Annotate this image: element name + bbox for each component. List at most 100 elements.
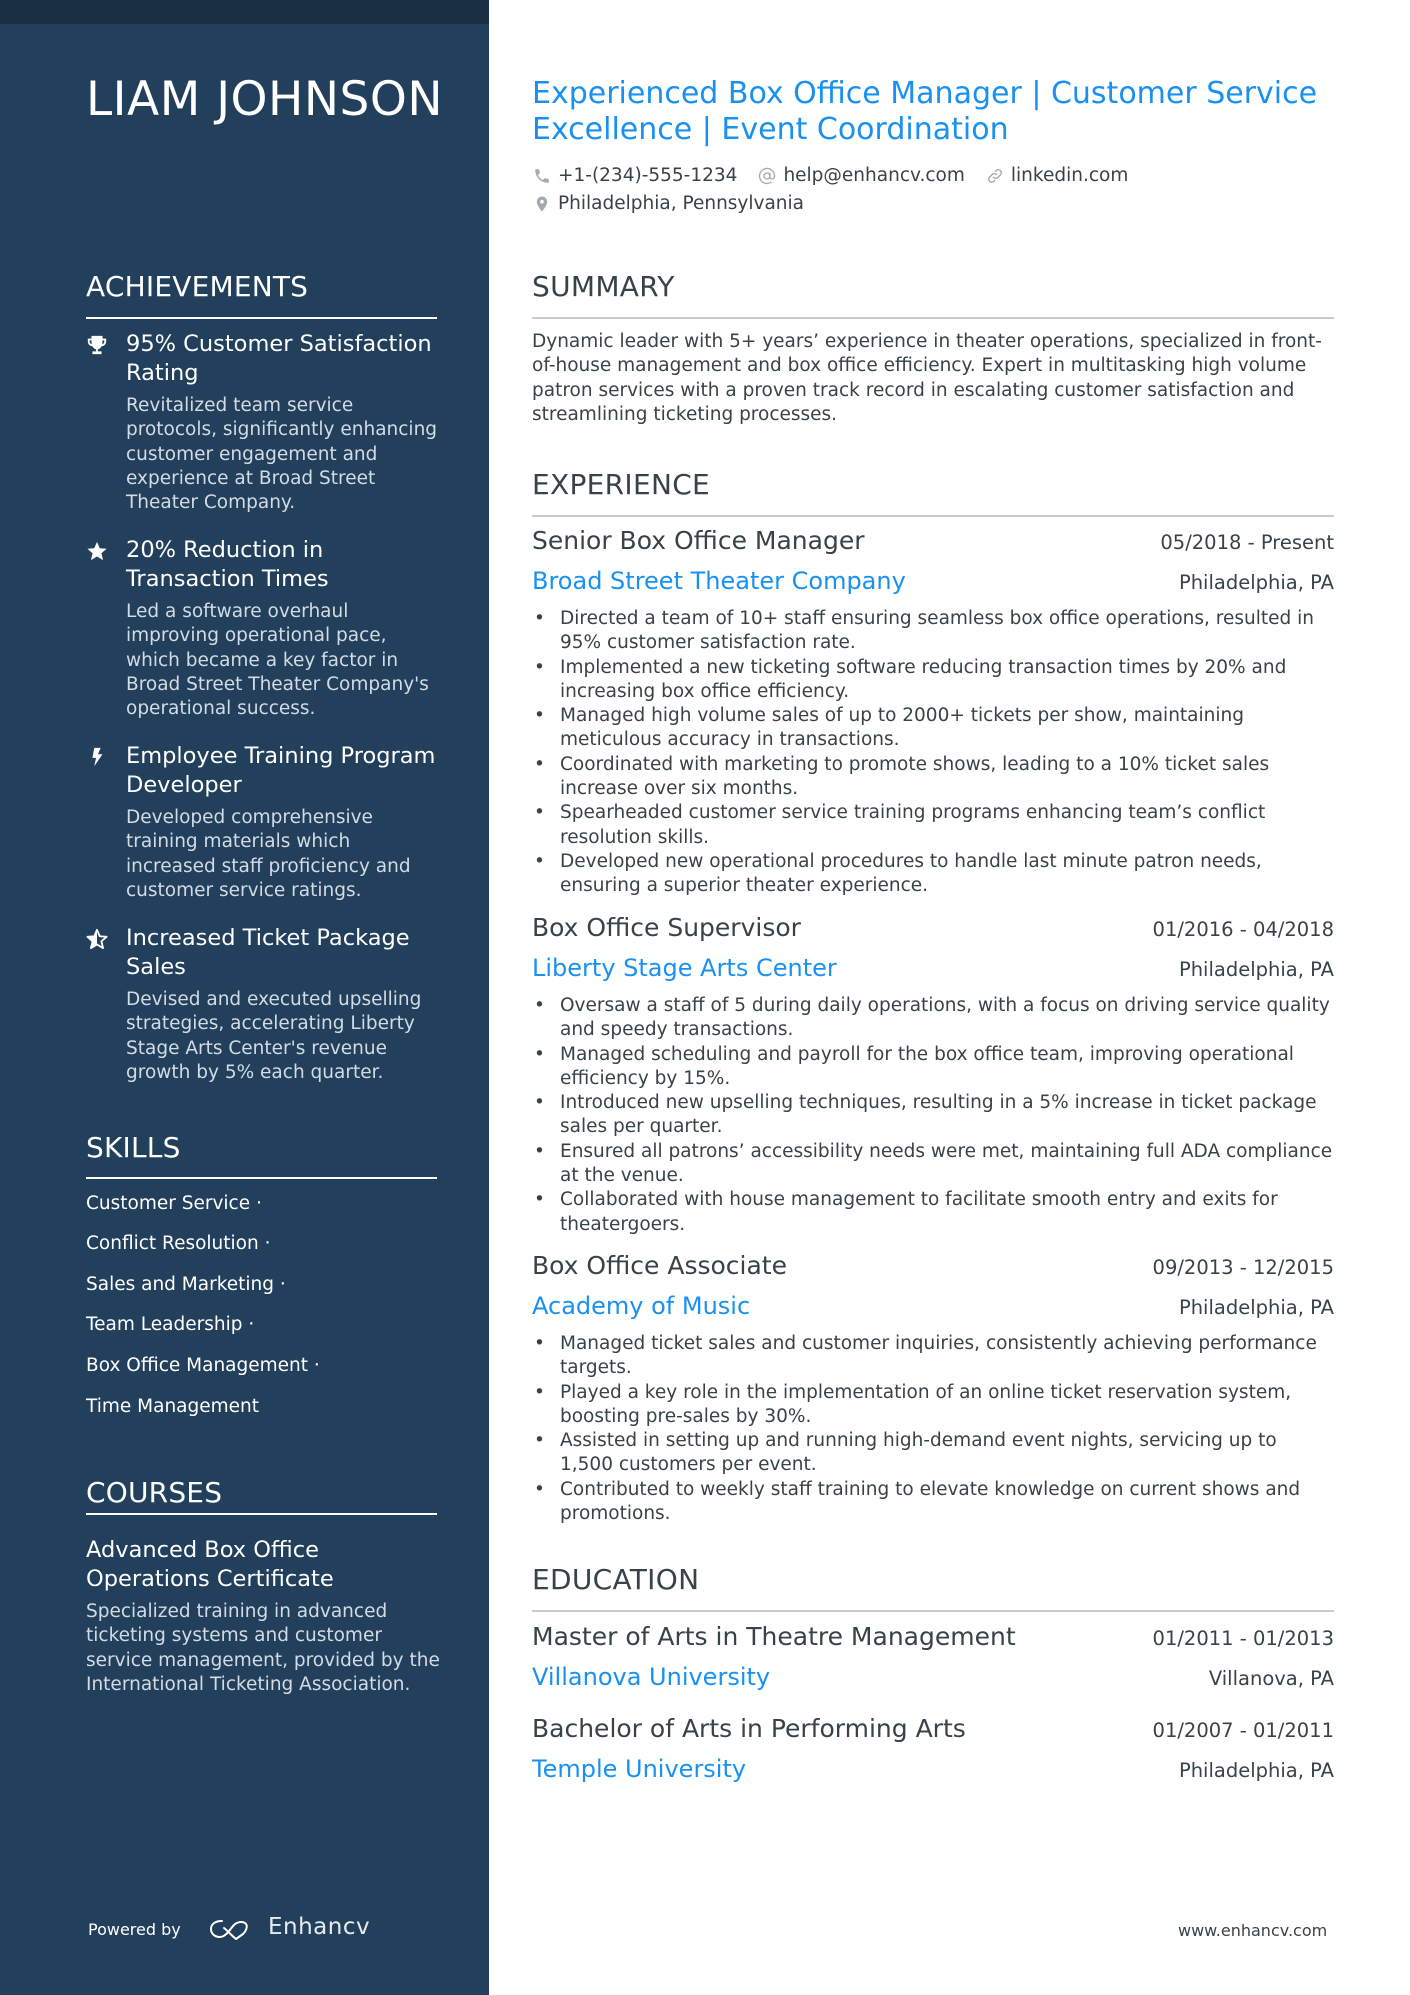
achievement-title: Employee Training Program Developer — [126, 743, 436, 798]
education-divider — [532, 1610, 1334, 1612]
course-description: Specialized training in advanced ticketi… — [86, 1601, 440, 1695]
enhancv-logo-icon — [210, 1920, 248, 1940]
job-title: Senior Box Office Manager — [532, 526, 865, 555]
job-title: Box Office Associate — [532, 1251, 787, 1280]
job-bullets: Directed a team of 10+ staff ensuring se… — [532, 607, 1334, 899]
job-dates: 05/2018 - Present — [1160, 531, 1334, 554]
course-title: Advanced Box Office Operations Certifica… — [86, 1537, 334, 1592]
achievement-title: 20% Reduction in Transaction Times — [126, 537, 329, 592]
courses-heading: COURSES — [86, 1476, 223, 1509]
bullet-item: Managed high volume sales of up to 2000+… — [532, 704, 1334, 753]
achievement-item: Increased Ticket Package Sales Devised a… — [86, 924, 441, 1085]
job-dates: 09/2013 - 12/2015 — [1152, 1256, 1334, 1279]
achievement-item: 95% Customer Satisfaction Rating Revital… — [86, 330, 441, 515]
school-name[interactable]: Temple University — [532, 1755, 746, 1783]
education-dates: 01/2011 - 01/2013 — [1152, 1627, 1334, 1650]
achievements-divider — [86, 317, 437, 319]
at-sign-icon — [757, 166, 777, 186]
bullet-item: Collaborated with house management to fa… — [532, 1188, 1334, 1237]
bullet-item: Managed ticket sales and customer inquir… — [532, 1332, 1334, 1381]
education-heading: EDUCATION — [532, 1563, 700, 1596]
half-star-icon — [86, 928, 108, 950]
company-name[interactable]: Broad Street Theater Company — [532, 567, 906, 595]
achievement-description: Led a software overhaul improving operat… — [126, 601, 429, 720]
contact-row-secondary: Philadelphia, Pennsylvania — [532, 193, 824, 214]
job-bullets: Oversaw a staff of 5 during daily operat… — [532, 994, 1334, 1237]
skill-item: Time Management — [86, 1396, 260, 1417]
trophy-icon — [86, 334, 108, 356]
summary-heading: SUMMARY — [532, 270, 675, 303]
bullet-item: Coordinated with marketing to promote sh… — [532, 753, 1334, 802]
bullet-item: Contributed to weekly staff training to … — [532, 1478, 1334, 1527]
contact-phone[interactable]: +1-(234)-555-1234 — [532, 165, 737, 186]
degree-title: Master of Arts in Theatre Management — [532, 1622, 1016, 1651]
bullet-item: Assisted in setting up and running high-… — [532, 1429, 1334, 1478]
lightning-icon — [86, 746, 108, 768]
job-bullets: Managed ticket sales and customer inquir… — [532, 1332, 1334, 1526]
achievement-description: Devised and executed upselling strategie… — [126, 989, 422, 1083]
powered-by-label: Powered by — [88, 1920, 181, 1939]
phone-text: +1-(234)-555-1234 — [558, 165, 738, 186]
skill-item: Sales and Marketing · — [86, 1274, 286, 1295]
skills-heading: SKILLS — [86, 1131, 181, 1164]
bullet-item: Implemented a new ticketing software red… — [532, 656, 1334, 705]
job-title: Box Office Supervisor — [532, 913, 801, 942]
school-location: Villanova, PA — [1208, 1667, 1334, 1690]
bullet-item: Managed scheduling and payroll for the b… — [532, 1043, 1334, 1092]
bullet-item: Spearheaded customer service training pr… — [532, 801, 1334, 850]
email-text: help@enhancv.com — [783, 165, 965, 186]
school-name[interactable]: Villanova University — [532, 1663, 770, 1691]
bullet-item: Developed new operational procedures to … — [532, 850, 1334, 899]
experience-entry: Senior Box Office Manager 05/2018 - Pres… — [532, 526, 1334, 899]
job-location: Philadelphia, PA — [1178, 571, 1334, 594]
achievement-item: 20% Reduction in Transaction Times Led a… — [86, 536, 441, 721]
bullet-item: Directed a team of 10+ staff ensuring se… — [532, 607, 1334, 656]
achievement-description: Developed comprehensive training materia… — [126, 807, 411, 901]
achievements-heading: ACHIEVEMENTS — [86, 270, 309, 303]
experience-entry: Box Office Supervisor 01/2016 - 04/2018 … — [532, 913, 1334, 1237]
experience-divider — [532, 515, 1334, 517]
skill-item: Team Leadership · — [86, 1314, 255, 1335]
company-name[interactable]: Academy of Music — [532, 1292, 750, 1320]
contact-website[interactable]: linkedin.com — [985, 165, 1128, 186]
sidebar: LIAM JOHNSON ACHIEVEMENTS 95% Customer S… — [0, 0, 489, 1995]
sidebar-top-band — [0, 0, 489, 24]
footer-url-link[interactable]: www.enhancv.com — [1178, 1921, 1327, 1940]
location-text: Philadelphia, Pennsylvania — [558, 193, 805, 214]
job-dates: 01/2016 - 04/2018 — [1152, 918, 1334, 941]
summary-divider — [532, 317, 1334, 319]
skill-item: Conflict Resolution · — [86, 1233, 271, 1254]
achievement-item: Employee Training Program Developer Deve… — [86, 742, 441, 903]
bullet-item: Played a key role in the implementation … — [532, 1381, 1334, 1430]
job-location: Philadelphia, PA — [1178, 1296, 1334, 1319]
bullet-item: Ensured all patrons’ accessibility needs… — [532, 1140, 1334, 1189]
achievement-description: Revitalized team service protocols, sign… — [126, 395, 438, 514]
skills-divider — [86, 1177, 437, 1179]
achievement-title: Increased Ticket Package Sales — [126, 925, 410, 980]
headline: Experienced Box Office Manager | Custome… — [532, 76, 1318, 147]
enhancv-brand-name: Enhancv — [268, 1914, 371, 1940]
link-icon — [985, 166, 1005, 186]
candidate-name: LIAM JOHNSON — [86, 72, 444, 127]
company-name[interactable]: Liberty Stage Arts Center — [532, 954, 837, 982]
education-entry: Master of Arts in Theatre Management 01/… — [532, 1622, 1334, 1701]
website-text: linkedin.com — [1010, 165, 1129, 186]
contact-email[interactable]: help@enhancv.com — [757, 165, 965, 186]
main-content: Experienced Box Office Manager | Custome… — [532, 0, 1334, 1995]
phone-icon — [532, 166, 552, 186]
experience-heading: EXPERIENCE — [532, 468, 711, 501]
star-icon — [86, 540, 108, 562]
skill-item: Customer Service · — [86, 1193, 262, 1214]
school-location: Philadelphia, PA — [1178, 1759, 1334, 1782]
job-location: Philadelphia, PA — [1178, 958, 1334, 981]
bullet-item: Introduced new upselling techniques, res… — [532, 1091, 1334, 1140]
education-entry: Bachelor of Arts in Performing Arts 01/2… — [532, 1714, 1334, 1793]
achievement-title: 95% Customer Satisfaction Rating — [126, 331, 432, 386]
bullet-item: Oversaw a staff of 5 during daily operat… — [532, 994, 1334, 1043]
skill-item: Box Office Management · — [86, 1355, 320, 1376]
summary-text: Dynamic leader with 5+ years’ experience… — [532, 331, 1322, 425]
education-dates: 01/2007 - 01/2011 — [1152, 1719, 1334, 1742]
contact-row-primary: +1-(234)-555-1234 help@enhancv.com linke… — [532, 165, 1148, 186]
location-pin-icon — [532, 194, 552, 214]
courses-divider — [86, 1513, 437, 1515]
